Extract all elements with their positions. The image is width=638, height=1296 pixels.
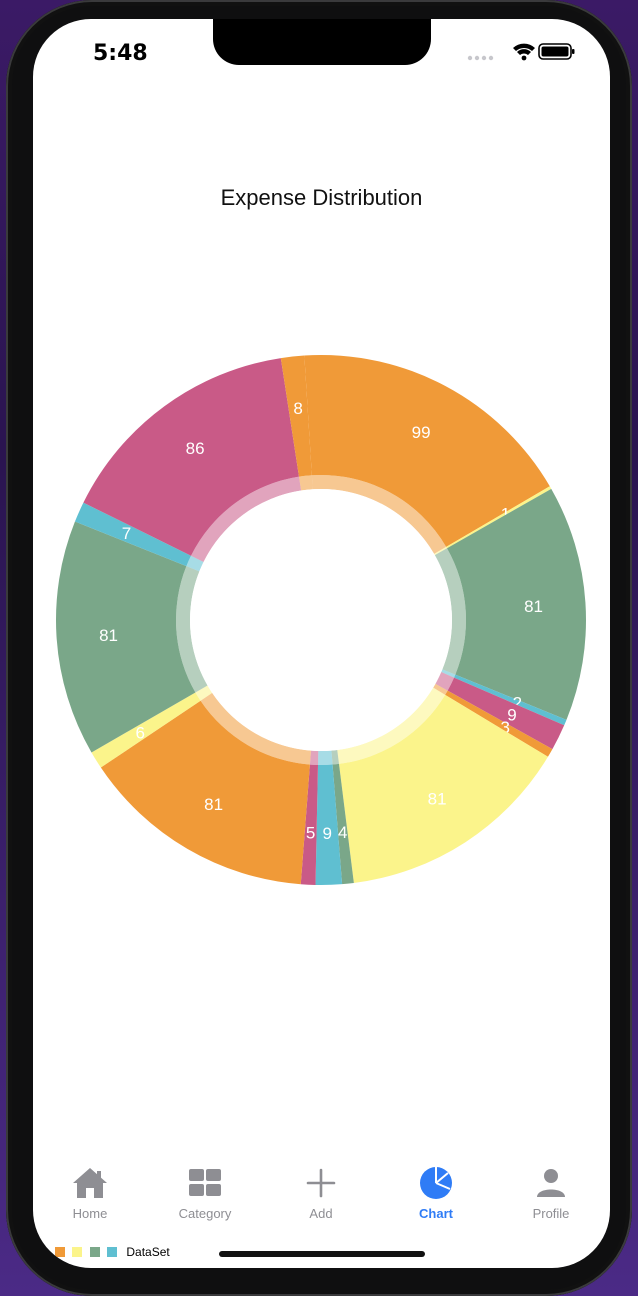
person-icon	[537, 1169, 565, 1197]
tab-chart-label: Chart	[419, 1206, 453, 1221]
tab-profile[interactable]: Profile	[506, 1159, 596, 1221]
pie-chart-icon	[420, 1167, 452, 1199]
legend-swatch	[72, 1246, 83, 1257]
slice-value-label: 5	[306, 824, 315, 843]
slice-value-label: 99	[412, 423, 431, 442]
tab-bar: Home Category Add Chart Profile	[33, 1159, 610, 1229]
slice-value-label: 8	[293, 399, 302, 418]
pie-slice-inner-ring	[317, 750, 333, 765]
tab-profile-label: Profile	[532, 1206, 570, 1221]
slice-value-label: 81	[524, 597, 543, 616]
app-screen: 5:48 Expense Distribution 99 1 81 2 9 3 81 4 9 5 8…	[33, 19, 610, 1268]
plus-icon	[306, 1168, 336, 1198]
tab-home-label: Home	[72, 1206, 108, 1221]
pie-chart: 9918129381495816817868	[55, 355, 586, 885]
slice-value-label: 9	[323, 824, 332, 843]
slice-value-label: 86	[186, 439, 205, 458]
tab-add-label: Add	[309, 1206, 333, 1221]
slice-value-label: 81	[428, 790, 447, 809]
legend-swatch	[89, 1246, 100, 1257]
house-icon	[73, 1168, 107, 1198]
slice-value-label: 4	[338, 823, 347, 842]
slice-value-label: 81	[204, 795, 223, 814]
legend-swatch	[107, 1246, 118, 1257]
pie-slice-inner-ring	[309, 750, 319, 765]
slice-value-label: 7	[122, 524, 131, 543]
legend-swatch	[55, 1246, 65, 1257]
home-indicator	[219, 1251, 425, 1257]
chart-legend: DataSet	[55, 1244, 170, 1260]
grid-icon	[189, 1169, 221, 1196]
donut-hole	[190, 489, 452, 751]
tab-home[interactable]: Home	[45, 1159, 135, 1221]
tab-category[interactable]: Category	[160, 1159, 250, 1221]
tab-category-label: Category	[178, 1206, 232, 1221]
slice-value-label: 81	[99, 626, 118, 645]
tab-add[interactable]: Add	[276, 1159, 366, 1221]
legend-label: DataSet	[126, 1244, 170, 1259]
pie-slice-inner-ring	[299, 475, 313, 491]
slice-value-label: 6	[135, 724, 144, 743]
tab-chart[interactable]: Chart	[391, 1159, 481, 1221]
